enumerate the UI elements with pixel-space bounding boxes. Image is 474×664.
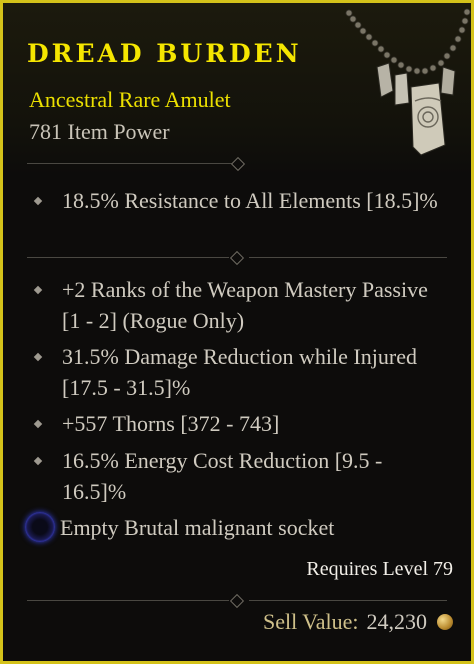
bullet-icon: [33, 196, 43, 206]
stat-text: 16.5% Energy Cost Reduction [9.5 - 16.5]…: [62, 448, 383, 504]
item-tooltip: DREAD BURDEN Ancestral Rare Amulet 781 I…: [0, 0, 474, 664]
affix-stat: +557 Thorns [372 - 743]: [27, 408, 447, 439]
affix-stat: 16.5% Energy Cost Reduction [9.5 - 16.5]…: [27, 445, 447, 507]
stat-text: +557 Thorns [372 - 743]: [62, 411, 280, 436]
amulet-icon: [345, 8, 471, 156]
bullet-icon: [33, 419, 43, 429]
bullet-icon: [33, 285, 43, 295]
item-name: DREAD BURDEN: [27, 39, 302, 68]
bullet-icon: [33, 352, 43, 362]
bullet-icon: [33, 456, 43, 466]
divider: [27, 156, 252, 172]
affix-stat: 31.5% Damage Reduction while Injured [17…: [27, 341, 447, 403]
gold-coin-icon: [437, 614, 453, 630]
tooltip-header: DREAD BURDEN Ancestral Rare Amulet 781 I…: [3, 3, 471, 175]
sell-amount: 24,230: [366, 609, 428, 634]
item-power: 781 Item Power: [29, 119, 170, 144]
stat-text: 18.5% Resistance to All Elements [18.5]%: [62, 188, 438, 213]
item-type: Ancestral Rare Amulet: [29, 87, 231, 112]
malignant-socket-icon: [25, 512, 55, 542]
affix-stat: +2 Ranks of the Weapon Mastery Passive […: [27, 274, 447, 336]
sell-value: Sell Value: 24,230: [263, 609, 453, 635]
socket-label: Empty Brutal malignant socket: [60, 515, 335, 540]
divider: [27, 250, 447, 266]
stat-text: 31.5% Damage Reduction while Injured [17…: [62, 344, 417, 400]
stat-text: +2 Ranks of the Weapon Mastery Passive […: [62, 277, 428, 333]
implicit-stat: 18.5% Resistance to All Elements [18.5]%: [27, 185, 447, 216]
level-requirement: Requires Level 79: [306, 558, 453, 580]
divider: [27, 593, 447, 609]
sell-label: Sell Value:: [262, 609, 359, 634]
